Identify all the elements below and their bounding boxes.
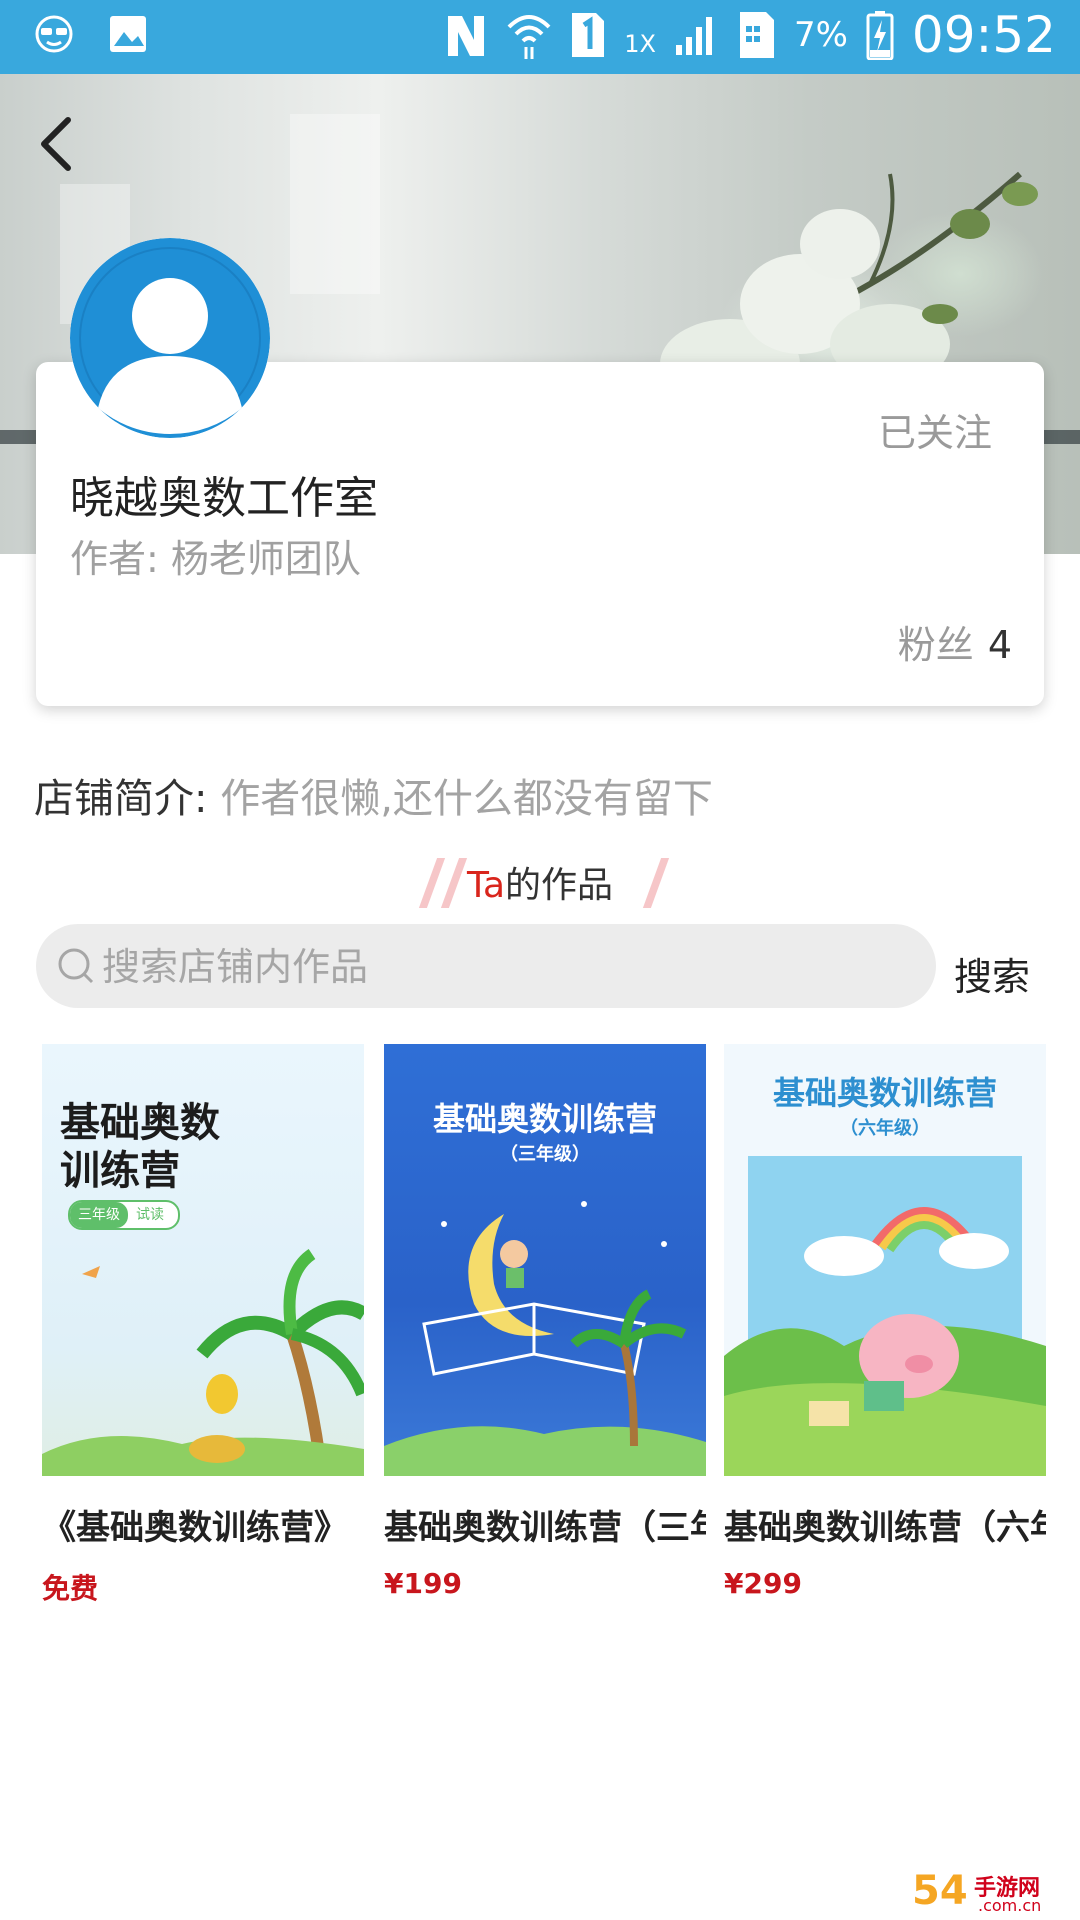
chevron-left-icon <box>41 117 71 171</box>
clock: 09:52 <box>911 6 1056 64</box>
cover-tag: 三年级 试读 <box>68 1200 180 1230</box>
battery-percent: 7% <box>793 15 848 55</box>
follow-button[interactable]: 已关注 <box>878 402 992 457</box>
product-title[interactable]: 基础奥数训练营（三年级） <box>384 1500 706 1549</box>
product-cover[interactable]: 基础奥数训练营 （六年级） <box>724 1044 1046 1476</box>
watermark-domain: .com.cn <box>978 1896 1042 1915</box>
cover-tag-trial: 试读 <box>136 1207 164 1223</box>
product-card[interactable]: 基础奥数 训练营 三年级 试读 《基础奥数训练营》 免费 <box>42 1044 364 1607</box>
cover-subtitle: （三年级） <box>500 1144 590 1165</box>
product-card[interactable]: 基础奥数训练营 （三年级） 基础奥数训练营（三年级） ¥199 <box>384 1044 706 1600</box>
fans-number: 4 <box>987 623 1012 667</box>
status-bar: 1X 7% 09:52 <box>0 0 1080 74</box>
product-title[interactable]: 基础奥数训练营（六年级） <box>724 1500 1046 1549</box>
nfc-icon <box>448 16 485 56</box>
shop-name: 晓越奥数工作室 <box>70 473 378 524</box>
search-button[interactable]: 搜索 <box>954 946 1030 1001</box>
works-title-highlight: Ta <box>466 865 506 906</box>
product-cover[interactable]: 基础奥数训练营 （三年级） <box>384 1044 706 1476</box>
network-type: 1X <box>624 30 656 58</box>
product-card[interactable]: 基础奥数训练营 （六年级） 基础奥数训练营（六年级） ¥299 <box>724 1044 1046 1600</box>
cover-title: 训练营 <box>60 1148 180 1194</box>
works-title-text: 的作品 <box>505 865 614 906</box>
cover-tag-grade: 三年级 <box>70 1202 128 1228</box>
moon-boy-illustration <box>384 1201 706 1476</box>
fans-count: 粉丝 4 <box>898 614 1012 669</box>
search-input[interactable] <box>100 924 924 1010</box>
avatar[interactable] <box>70 238 270 438</box>
cover-title: 基础奥数训练营 <box>772 1074 997 1112</box>
user-icon <box>70 238 270 438</box>
product-title[interactable]: 《基础奥数训练营》 <box>42 1500 364 1549</box>
battery-charging-icon <box>866 11 894 60</box>
product-price: 免费 <box>42 1572 99 1605</box>
intro-text: 作者很懒,还什么都没有留下 <box>220 776 713 822</box>
sim-1-icon <box>572 13 605 57</box>
watermark-number: 54 <box>912 1868 968 1914</box>
cover-title: 基础奥数训练营 <box>432 1100 657 1138</box>
product-price: ¥199 <box>384 1567 462 1600</box>
palm-tree-illustration <box>42 1249 364 1476</box>
works-section-title: Ta的作品 <box>0 856 1080 908</box>
intro-label: 店铺简介: <box>34 776 208 822</box>
shop-author: 作者: 杨老师团队 <box>70 537 361 581</box>
sim-card-icon <box>739 12 774 58</box>
back-button[interactable] <box>28 108 88 178</box>
fans-label: 粉丝 <box>897 623 974 667</box>
watermark-logo: 54 手游网 .com.cn <box>912 1864 1072 1920</box>
signal-icon <box>675 17 712 55</box>
gallery-icon <box>110 16 146 52</box>
product-price: ¥299 <box>724 1567 802 1600</box>
cover-subtitle: （六年级） <box>840 1118 930 1139</box>
shop-intro: 店铺简介: 作者很懒,还什么都没有留下 <box>34 766 713 824</box>
search-icon <box>58 948 94 984</box>
pig-rainbow-illustration <box>724 1156 1046 1476</box>
wifi-icon <box>507 15 551 59</box>
search-bar <box>36 924 936 1010</box>
glasses-face-icon <box>35 15 73 53</box>
product-cover[interactable]: 基础奥数 训练营 三年级 试读 <box>42 1044 364 1476</box>
